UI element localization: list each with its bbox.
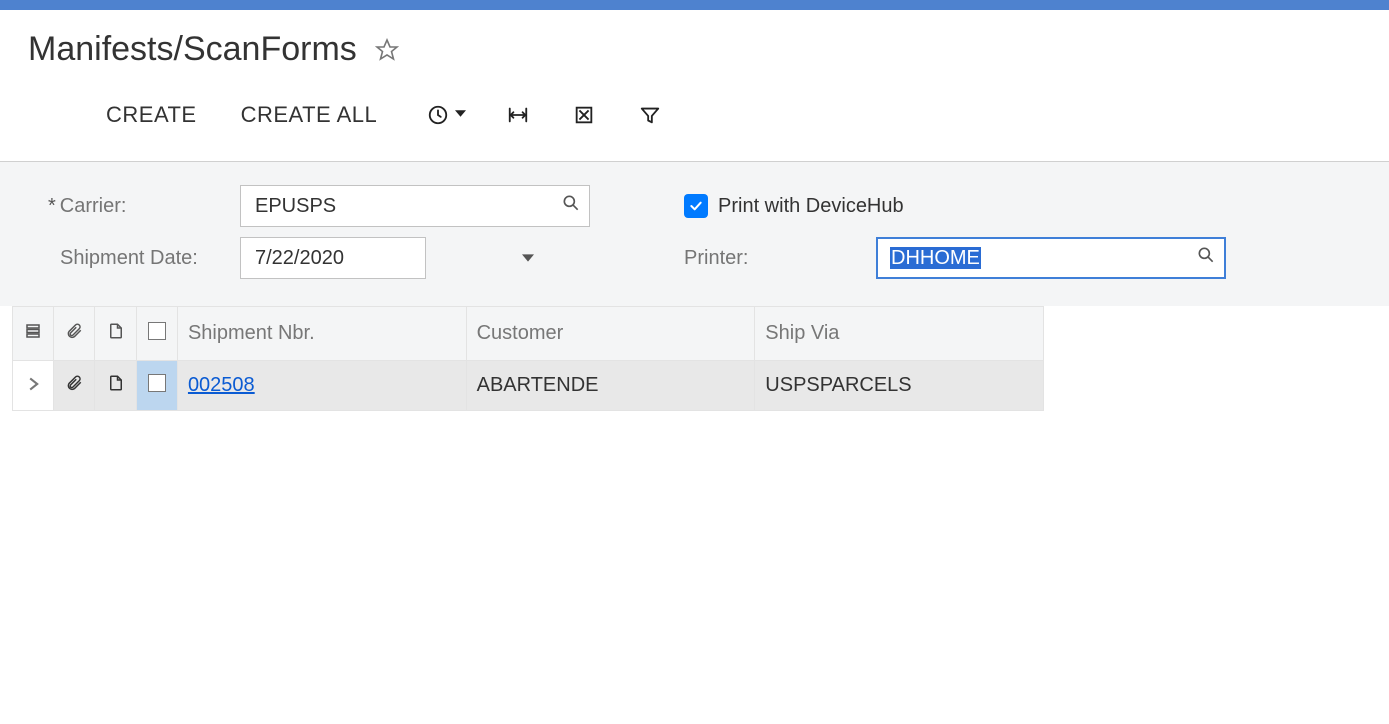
ship-via-cell: USPSPARCELS [755, 361, 1044, 411]
carrier-input[interactable] [240, 185, 590, 227]
search-icon[interactable] [561, 193, 581, 219]
caret-down-icon [455, 106, 466, 124]
shipment-date-label: Shipment Date: [0, 247, 240, 270]
notes-header[interactable] [95, 307, 136, 361]
search-icon[interactable] [1196, 245, 1216, 271]
dropdown-icon[interactable] [522, 247, 534, 270]
grid-header-row: Shipment Nbr. Customer Ship Via [13, 307, 1044, 361]
export-excel-button[interactable] [560, 95, 608, 135]
printer-value[interactable]: DHHOME [890, 247, 981, 269]
grid: Shipment Nbr. Customer Ship Via 002508 A… [0, 306, 1389, 411]
fit-columns-button[interactable] [494, 95, 542, 135]
create-all-button[interactable]: CREATE ALL [219, 95, 400, 135]
printer-input[interactable]: DHHOME [876, 237, 1226, 279]
form-panel: *Carrier: Print with DeviceHub Shipment … [0, 161, 1389, 306]
carrier-label: *Carrier: [0, 195, 240, 218]
row-checkbox[interactable] [148, 374, 166, 392]
main-toolbar: .tb-btn[data-name="refresh-button"] svg … [0, 89, 1389, 161]
column-settings-header[interactable] [13, 307, 54, 361]
customer-cell: ABARTENDE [466, 361, 755, 411]
attachment-header[interactable] [54, 307, 95, 361]
carrier-input-field[interactable] [253, 194, 561, 219]
page-title: Manifests/ScanForms [28, 30, 357, 69]
customer-header[interactable]: Customer [466, 307, 755, 361]
notes-icon[interactable] [107, 375, 125, 397]
shipment-date-field[interactable] [253, 246, 522, 271]
ship-via-header[interactable]: Ship Via [755, 307, 1044, 361]
app-topbar [0, 0, 1389, 10]
page-header: Manifests/ScanForms [0, 10, 1389, 89]
shipment-nbr-link[interactable]: 002508 [188, 374, 255, 396]
favorite-star-icon[interactable] [375, 38, 399, 62]
expand-row-icon[interactable] [26, 374, 40, 396]
print-devicehub-label: Print with DeviceHub [718, 195, 904, 218]
schedule-dropdown-button[interactable] [417, 95, 476, 135]
print-devicehub-checkbox[interactable] [684, 194, 708, 218]
create-button[interactable]: CREATE [84, 95, 219, 135]
attachment-icon[interactable] [65, 375, 83, 397]
select-all-header[interactable] [136, 307, 177, 361]
printer-label: Printer: [684, 247, 836, 270]
shipment-date-input[interactable] [240, 237, 426, 279]
filter-button[interactable] [626, 95, 674, 135]
shipment-nbr-header[interactable]: Shipment Nbr. [177, 307, 466, 361]
table-row[interactable]: 002508 ABARTENDE USPSPARCELS [13, 361, 1044, 411]
